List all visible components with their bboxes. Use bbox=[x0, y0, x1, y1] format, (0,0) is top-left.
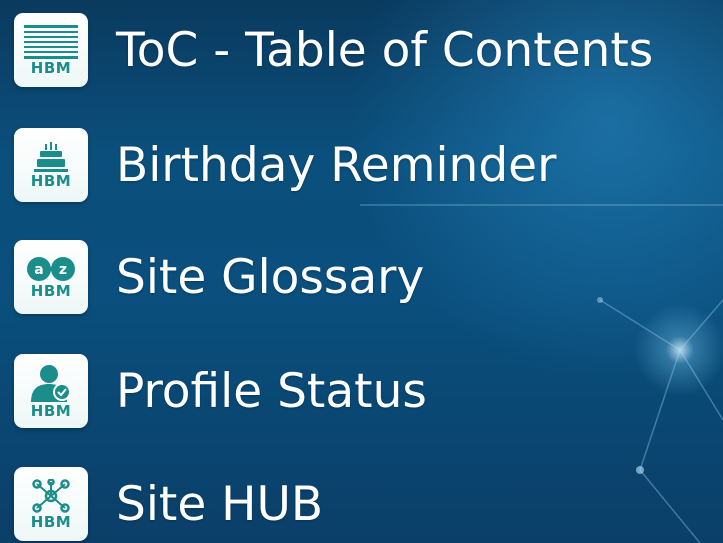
menu-item-label: Profile Status bbox=[116, 363, 427, 419]
a-z-icon: a z bbox=[27, 256, 75, 281]
menu-item-label: ToC - Table of Contents bbox=[116, 22, 654, 78]
cake-icon bbox=[34, 141, 68, 172]
menu-item-label: Site HUB bbox=[116, 476, 324, 532]
table-of-contents-icon[interactable]: HBM bbox=[14, 13, 88, 87]
network-nodes-icon bbox=[32, 478, 70, 513]
menu-item-profile-status[interactable]: HBM Profile Status bbox=[14, 354, 714, 428]
menu-item-site-glossary[interactable]: a z HBM Site Glossary bbox=[14, 240, 714, 314]
svg-text:z: z bbox=[59, 262, 67, 278]
icon-brand-label: HBM bbox=[30, 281, 72, 300]
menu-item-label: Birthday Reminder bbox=[116, 137, 557, 193]
menu-item-site-hub[interactable]: HBM Site HUB bbox=[14, 467, 714, 541]
list-lines-icon bbox=[24, 24, 78, 59]
birthday-cake-icon[interactable]: HBM bbox=[14, 128, 88, 202]
menu-item-label: Site Glossary bbox=[116, 249, 425, 305]
icon-brand-label: HBM bbox=[30, 401, 72, 420]
glossary-a-z-icon[interactable]: a z HBM bbox=[14, 240, 88, 314]
icon-brand-label: HBM bbox=[30, 512, 72, 531]
svg-text:a: a bbox=[34, 262, 43, 278]
icon-brand-label: HBM bbox=[30, 171, 72, 190]
menu-item-table-of-contents[interactable]: HBM ToC - Table of Contents bbox=[14, 13, 714, 87]
hub-network-icon[interactable]: HBM bbox=[14, 467, 88, 541]
icon-brand-label: HBM bbox=[30, 58, 72, 77]
user-check-icon bbox=[31, 364, 71, 402]
profile-user-check-icon[interactable]: HBM bbox=[14, 354, 88, 428]
menu-item-birthday-reminder[interactable]: HBM Birthday Reminder bbox=[14, 128, 714, 202]
